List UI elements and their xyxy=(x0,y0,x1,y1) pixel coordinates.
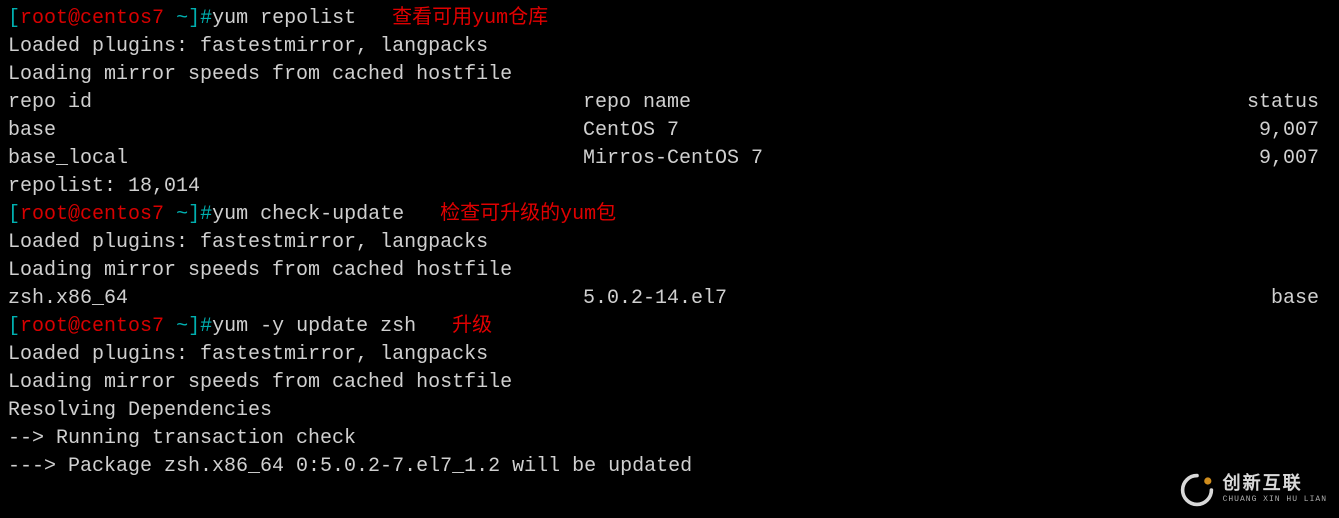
user: root xyxy=(20,5,68,33)
cell-repoid: base_local xyxy=(8,145,583,173)
annotation-2: 检查可升级的yum包 xyxy=(440,201,616,229)
space xyxy=(164,201,176,229)
output-line: Loading mirror speeds from cached hostfi… xyxy=(8,61,1331,89)
hostname: centos7 xyxy=(80,313,164,341)
table-row: baseCentOS 7 9,007 xyxy=(8,117,1331,145)
prompt-line-3[interactable]: [root@centos7 ~]#yum -y update zsh 升级 xyxy=(8,313,1331,341)
watermark-cn: 创新互联 xyxy=(1223,476,1327,494)
watermark-logo-icon xyxy=(1179,472,1215,508)
table-header: repo idrepo name status xyxy=(8,89,1331,117)
watermark-text: 创新互联 CHUANG XIN HU LIAN xyxy=(1223,476,1327,504)
output-line: Loaded plugins: fastestmirror, langpacks xyxy=(8,33,1331,61)
hostname: centos7 xyxy=(80,201,164,229)
user: root xyxy=(20,313,68,341)
prompt-line-2[interactable]: [root@centos7 ~]#yum check-update 检查可升级的… xyxy=(8,201,1331,229)
annotation-1: 查看可用yum仓库 xyxy=(392,5,548,33)
output-line: --> Running transaction check xyxy=(8,425,1331,453)
tilde: ~ xyxy=(176,313,188,341)
at-sign: @ xyxy=(68,313,80,341)
bracket-open: [ xyxy=(8,5,20,33)
space xyxy=(164,5,176,33)
hostname: centos7 xyxy=(80,5,164,33)
cell-repoid: base xyxy=(8,117,583,145)
cell-reponame: Mirros-CentOS 7 xyxy=(583,145,1173,173)
output-line: repolist: 18,014 xyxy=(8,173,1331,201)
cell-pkg: zsh.x86_64 xyxy=(8,285,583,313)
output-line: Loading mirror speeds from cached hostfi… xyxy=(8,369,1331,397)
command-2: yum check-update xyxy=(212,201,440,229)
bracket-close: ]# xyxy=(188,201,212,229)
bracket-close: ]# xyxy=(188,5,212,33)
output-line: Loaded plugins: fastestmirror, langpacks xyxy=(8,229,1331,257)
table-row: base_localMirros-CentOS 7 9,007 xyxy=(8,145,1331,173)
cell-reponame: CentOS 7 xyxy=(583,117,1173,145)
tilde: ~ xyxy=(176,201,188,229)
cell-version: 5.0.2-14.el7 xyxy=(583,285,1173,313)
cell-status: 9,007 xyxy=(1259,117,1319,145)
cell-repo: base xyxy=(1271,285,1319,313)
command-1: yum repolist xyxy=(212,5,392,33)
user: root xyxy=(20,201,68,229)
cell-status: 9,007 xyxy=(1259,145,1319,173)
bracket-open: [ xyxy=(8,201,20,229)
output-line: ---> Package zsh.x86_64 0:5.0.2-7.el7_1.… xyxy=(8,453,1331,481)
watermark: 创新互联 CHUANG XIN HU LIAN xyxy=(1179,472,1327,508)
output-line: Resolving Dependencies xyxy=(8,397,1331,425)
bracket-close: ]# xyxy=(188,313,212,341)
col-repoid: repo id xyxy=(8,89,583,117)
prompt-line-1[interactable]: [root@centos7 ~]#yum repolist 查看可用yum仓库 xyxy=(8,5,1331,33)
col-status: status xyxy=(1247,89,1319,117)
at-sign: @ xyxy=(68,201,80,229)
output-line: Loaded plugins: fastestmirror, langpacks xyxy=(8,341,1331,369)
output-line: Loading mirror speeds from cached hostfi… xyxy=(8,257,1331,285)
tilde: ~ xyxy=(176,5,188,33)
table-row: zsh.x86_645.0.2-14.el7 base xyxy=(8,285,1331,313)
space xyxy=(164,313,176,341)
col-reponame: repo name xyxy=(583,89,1173,117)
annotation-3: 升级 xyxy=(452,313,492,341)
command-3: yum -y update zsh xyxy=(212,313,452,341)
at-sign: @ xyxy=(68,5,80,33)
bracket-open: [ xyxy=(8,313,20,341)
watermark-en: CHUANG XIN HU LIAN xyxy=(1223,496,1327,504)
